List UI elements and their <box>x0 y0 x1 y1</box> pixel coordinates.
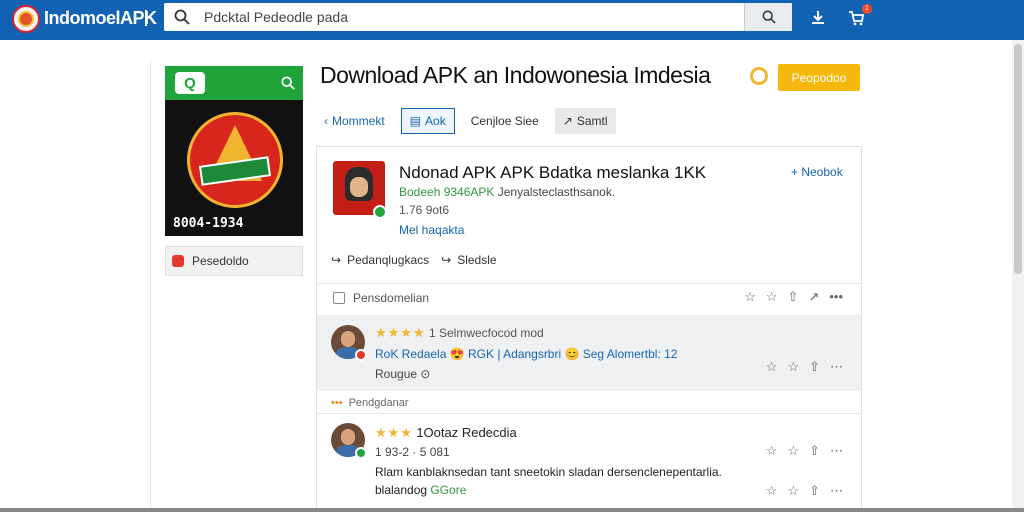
divider <box>317 413 861 414</box>
rating-stars: ★★★★ <box>375 325 426 340</box>
bottom-edge <box>0 508 1024 512</box>
share-icon: ↪ <box>441 253 452 267</box>
search-icon <box>762 10 776 24</box>
sidebar-item[interactable]: Pesedoldo <box>165 246 303 276</box>
tab-apk[interactable]: ▤ Aok <box>400 108 455 134</box>
up-arrow-icon[interactable]: ⇧ <box>788 289 799 305</box>
doc-icon: ▤ <box>409 114 422 128</box>
share-icon: ↪ <box>331 253 342 267</box>
star-outline-icon[interactable]: ☆ <box>787 483 799 499</box>
shield-icon <box>172 255 184 267</box>
plus-icon: + <box>791 165 802 179</box>
app-name: Ndonad APK APK Bdatka meslanka 1KK <box>399 163 707 182</box>
share-button-2[interactable]: ↪ Sledsle <box>441 253 496 267</box>
review-actions: ☆ ☆ ⇧ ⋯ <box>766 359 843 375</box>
search-icon <box>174 9 190 25</box>
search-bar[interactable]: Pdcktal Pedeodle pada <box>164 3 792 31</box>
page-title: Download APK an Indowonesia Imdesia <box>320 62 711 88</box>
tab-label: Aok <box>425 114 446 128</box>
review-actions: ☆ ☆ ⇧ ⋯ <box>766 443 843 459</box>
brand-name[interactable]: IndomoelAPK <box>44 8 157 29</box>
tab-share[interactable]: ↗ Samtl <box>554 108 616 134</box>
app-detail-card: Ndonad APK APK Bdatka meslanka 1KK Bodee… <box>316 146 862 510</box>
tab-back[interactable]: ‹ Mommekt <box>316 108 393 134</box>
star-outline-icon[interactable]: ☆ <box>766 359 778 375</box>
more-icon[interactable]: ••• <box>829 289 843 305</box>
review-body: Rlam kanblaknsedan tant sneetokin sladan… <box>375 465 722 479</box>
sidebar-item-label: Pesedoldo <box>192 254 249 268</box>
emblem-image <box>187 112 283 208</box>
scrollbar-thumb[interactable] <box>1014 44 1022 274</box>
tab-bar: ‹ Mommekt ▤ Aok Cenjloe Siee ↗ Samtl <box>316 108 624 134</box>
brand-divider <box>145 10 147 26</box>
app-size: 1.76 9ot6 <box>399 203 450 217</box>
up-arrow-icon[interactable]: ⇧ <box>809 443 820 459</box>
star-outline-icon[interactable]: ☆ <box>787 359 799 375</box>
review-date: 1 93-2 · 5 081 <box>375 445 450 459</box>
tab-label: Mommekt <box>332 114 385 128</box>
review-body: RoK Redaela 😍 RGK | Adangsrbri 😊 Seg Alo… <box>375 347 678 361</box>
promo-code: 8004-1934 <box>173 216 244 231</box>
checkbox-icon[interactable] <box>333 292 345 304</box>
up-arrow-icon[interactable]: ⇧ <box>809 359 820 375</box>
app-developer: Bodeeh 9346APK Jenyalsteclasthsanok. <box>399 185 616 199</box>
reviews-subheader: ••• Pendgdanar <box>331 397 409 409</box>
star-outline-icon[interactable]: ☆ <box>766 483 778 499</box>
up-arrow-icon[interactable]: ⇧ <box>809 483 820 499</box>
primary-button[interactable]: Peopodoo <box>778 64 860 91</box>
reviews-header: Pensdomelian <box>333 291 429 305</box>
share-icon: ↗ <box>562 114 573 128</box>
share-button-1[interactable]: ↪ Pedanqlugkacs <box>331 253 429 267</box>
more-icon[interactable]: ⋯ <box>830 443 843 459</box>
review-actions-secondary: ☆ ☆ ⇧ ⋯ <box>766 483 843 499</box>
badge-icon <box>355 447 367 459</box>
divider <box>317 283 861 284</box>
review-item: ★★★ 1Ootaz Redecdia 1 93-2 · 5 081 Rlam … <box>317 417 861 509</box>
q-logo-icon: Q <box>175 72 205 94</box>
left-sidebar: Q 8004-1934 Pesedoldo <box>150 60 303 512</box>
rating-stars: ★★★ <box>375 425 413 440</box>
brand-logo-icon[interactable] <box>12 5 40 33</box>
share-row: ↪ Pedanqlugkacs ↪ Sledsle <box>331 253 497 267</box>
star-outline-icon[interactable]: ☆ <box>766 289 778 305</box>
vertical-scrollbar[interactable] <box>1012 40 1024 512</box>
review-footer: Rougue ⊙ <box>375 367 431 381</box>
promo-banner[interactable]: Q 8004-1934 <box>165 66 303 236</box>
search-button[interactable] <box>744 3 792 31</box>
star-outline-icon[interactable]: ☆ <box>766 443 778 459</box>
top-navigation-bar: IndomoelAPK Pdcktal Pedeodle pada 1 <box>0 0 1024 40</box>
more-icon[interactable]: ⋯ <box>830 359 843 375</box>
review-meta: ★★★★ 1 Selmwecfocod mod <box>375 325 544 340</box>
review-meta: ★★★ 1Ootaz Redecdia <box>375 425 517 440</box>
star-outline-icon[interactable]: ☆ <box>744 289 756 305</box>
tab-label: Cenjloe Siee <box>470 114 539 128</box>
badge-icon <box>355 349 367 361</box>
search-input[interactable]: Pdcktal Pedeodle pada <box>204 9 348 25</box>
share-icon[interactable]: ↗ <box>808 289 819 305</box>
review-item: ★★★★ 1 Selmwecfocod mod RoK Redaela 😍 RG… <box>317 315 861 391</box>
review-footer: blalandog GGore <box>375 483 467 497</box>
download-icon[interactable] <box>806 6 830 30</box>
search-icon[interactable] <box>281 76 295 90</box>
star-outline-icon[interactable]: ☆ <box>787 443 799 459</box>
app-more-link[interactable]: Mel haqakta <box>399 223 464 237</box>
cart-icon[interactable]: 1 <box>844 4 872 30</box>
chevron-left-icon: ‹ <box>324 114 328 128</box>
verified-badge-icon <box>373 205 387 219</box>
cart-count-badge: 1 <box>862 4 872 14</box>
ring-icon[interactable] <box>750 67 768 85</box>
follow-button[interactable]: + Neobok <box>791 165 843 179</box>
more-icon[interactable]: ⋯ <box>830 483 843 499</box>
reviews-actions: ☆ ☆ ⇧ ↗ ••• <box>744 289 843 305</box>
tab-label: Samtl <box>576 114 608 128</box>
tab-compare[interactable]: Cenjloe Siee <box>463 108 547 134</box>
